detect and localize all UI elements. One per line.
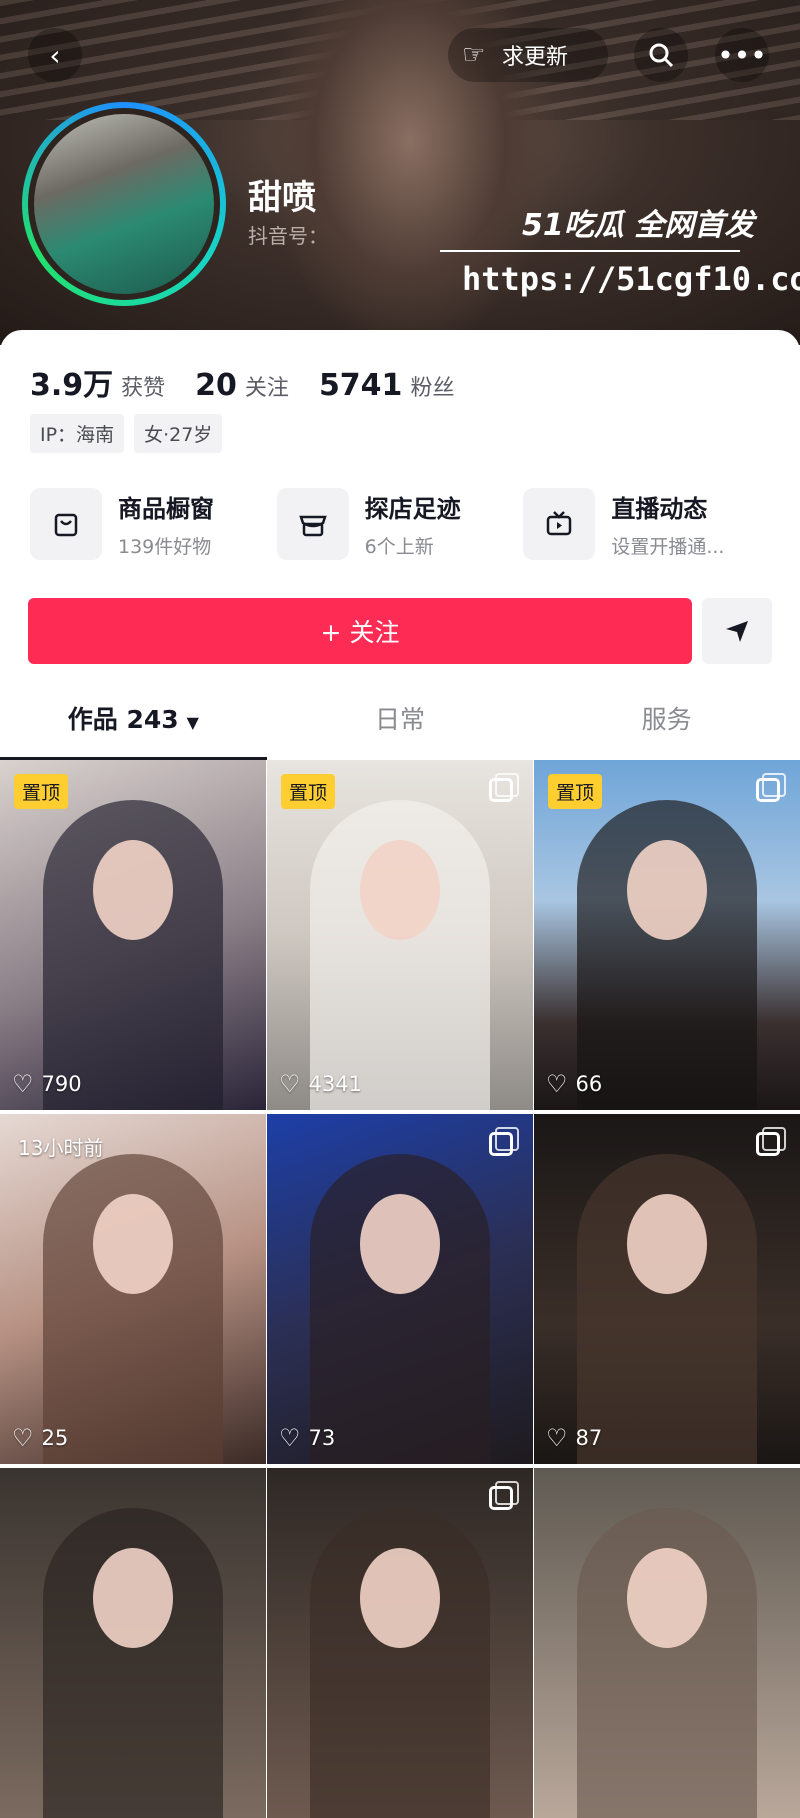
stat-followers-label: 粉丝 — [410, 376, 455, 401]
like-count: ♡ 73 — [279, 1424, 335, 1452]
watermark-divider — [440, 250, 740, 252]
like-count-value: 4341 — [308, 1072, 362, 1096]
service-live[interactable]: 直播动态 设置开播通... — [523, 488, 770, 560]
caret-down-icon: ▼ — [186, 713, 199, 732]
pinned-badge: 置顶 — [14, 774, 69, 809]
watermark-url: https://51cgf10.com — [462, 260, 800, 298]
service-store-visits[interactable]: 探店足迹 6个上新 — [276, 488, 524, 560]
like-count-value: 25 — [41, 1426, 69, 1450]
more-button[interactable]: ••• — [715, 28, 769, 82]
nickname: 甜喷 — [248, 178, 316, 218]
like-count: ♡ 790 — [12, 1070, 82, 1098]
post-time: 13小时前 — [18, 1136, 104, 1160]
tab-services[interactable]: 服务 — [533, 680, 800, 760]
thumbnail-face — [360, 1194, 440, 1294]
content-tabs: 作品 243 ▼ 日常 服务 — [0, 680, 800, 760]
like-count-value: 73 — [308, 1426, 336, 1450]
video-tile[interactable]: 置顶 ♡ 790 — [0, 760, 266, 1110]
like-count: ♡ 66 — [546, 1070, 602, 1098]
heart-icon: ♡ — [12, 1424, 34, 1452]
stat-likes-value: 3.9万 — [30, 368, 114, 403]
service-shop-window[interactable]: 商品橱窗 139件好物 — [30, 488, 277, 560]
back-button[interactable]: ‹ — [28, 28, 82, 82]
like-count-value: 790 — [41, 1072, 82, 1096]
avatar-image — [34, 114, 214, 294]
video-tile[interactable]: 置顶 ♡ 4341 — [267, 760, 533, 1110]
service-subtitle: 6个上新 — [364, 536, 434, 558]
pinned-badge: 置顶 — [548, 774, 603, 809]
service-title: 商品橱窗 — [118, 495, 214, 523]
heart-icon: ♡ — [279, 1424, 301, 1452]
service-subtitle: 设置开播通... — [611, 536, 725, 558]
like-count: ♡ 87 — [546, 1424, 602, 1452]
more-dots-icon: ••• — [717, 38, 767, 72]
multi-image-icon — [756, 1127, 786, 1156]
stat-followers[interactable]: 5741 粉丝 — [319, 368, 455, 403]
video-tile[interactable] — [0, 1468, 266, 1818]
search-button[interactable] — [634, 28, 688, 82]
stat-following-value: 20 — [195, 368, 237, 403]
thumbnail-face — [627, 1194, 707, 1294]
tab-works-label: 作品 243 — [67, 705, 179, 734]
thumbnail-face — [627, 840, 707, 940]
video-tile[interactable] — [534, 1468, 800, 1818]
heart-icon: ♡ — [12, 1070, 34, 1098]
tab-daily[interactable]: 日常 — [267, 680, 534, 760]
profile-card: 3.9万 获赞 20 关注 5741 粉丝 IP：海南 女·27岁 商品橱窗 1… — [0, 330, 800, 1818]
follow-button[interactable]: + 关注 — [28, 598, 692, 664]
multi-image-icon — [489, 1481, 519, 1510]
profile-tags: IP：海南 女·27岁 — [30, 414, 223, 453]
profile-banner: ‹ ☞ 求更新 ••• 甜喷 抖音号： 51吃瓜 全网首发 https://51… — [0, 0, 800, 345]
like-count: ♡ 4341 — [279, 1070, 362, 1098]
avatar[interactable] — [22, 102, 226, 306]
stat-followers-value: 5741 — [318, 368, 403, 403]
video-tile[interactable] — [267, 1468, 533, 1818]
request-update-button[interactable]: ☞ 求更新 — [448, 28, 608, 82]
thumbnail-face — [627, 1548, 707, 1648]
pinned-badge: 置顶 — [281, 774, 336, 809]
video-tile[interactable]: 置顶 ♡ 66 — [534, 760, 800, 1110]
tab-works[interactable]: 作品 243 ▼ — [0, 680, 267, 760]
douyin-id: 抖音号： — [248, 224, 328, 248]
store-icon — [276, 488, 349, 560]
video-tile[interactable]: ♡ 73 — [267, 1114, 533, 1464]
stat-following[interactable]: 20 关注 — [195, 368, 289, 403]
video-tile[interactable]: 13小时前 ♡ 25 — [0, 1114, 266, 1464]
tv-icon — [523, 488, 596, 560]
thumbnail-face — [360, 840, 440, 940]
like-count: ♡ 25 — [12, 1424, 68, 1452]
video-tile[interactable]: ♡ 87 — [534, 1114, 800, 1464]
request-update-label: 求更新 — [502, 45, 569, 70]
search-icon — [649, 43, 674, 68]
service-subtitle: 139件好物 — [118, 536, 212, 558]
video-grid: 置顶 ♡ 790 置顶 ♡ 4341 置顶 ♡ 66 13小时前 ♡ 25 ♡ 73 — [0, 760, 800, 1818]
thumbnail-face — [93, 1194, 173, 1294]
share-button[interactable] — [702, 598, 772, 664]
stat-following-label: 关注 — [244, 376, 289, 401]
service-title: 直播动态 — [611, 495, 708, 523]
multi-image-icon — [489, 1127, 519, 1156]
thumbnail-face — [93, 840, 173, 940]
heart-icon: ♡ — [546, 1070, 568, 1098]
thumbnail-face — [93, 1548, 173, 1648]
gender-age-tag: 女·27岁 — [134, 414, 223, 453]
like-count-value: 87 — [575, 1426, 603, 1450]
heart-icon: ♡ — [546, 1424, 568, 1452]
like-count-value: 66 — [575, 1072, 603, 1096]
multi-image-icon — [489, 773, 519, 802]
profile-stats: 3.9万 获赞 20 关注 5741 粉丝 — [30, 360, 484, 404]
point-hand-icon: ☞ — [462, 40, 486, 70]
heart-icon: ♡ — [279, 1070, 301, 1098]
service-row: 商品橱窗 139件好物 探店足迹 6个上新 直播动态 设置开播通... — [30, 488, 770, 560]
multi-image-icon — [756, 773, 786, 802]
watermark-brand: 51吃瓜 全网首发 — [522, 208, 755, 243]
ip-tag: IP：海南 — [30, 414, 125, 453]
send-icon — [726, 621, 748, 642]
thumbnail-face — [360, 1548, 440, 1648]
chevron-left-icon: ‹ — [49, 38, 61, 72]
stat-likes[interactable]: 3.9万 获赞 — [30, 360, 165, 404]
stat-likes-label: 获赞 — [121, 376, 166, 401]
bag-icon — [30, 488, 102, 560]
service-title: 探店足迹 — [364, 495, 461, 523]
